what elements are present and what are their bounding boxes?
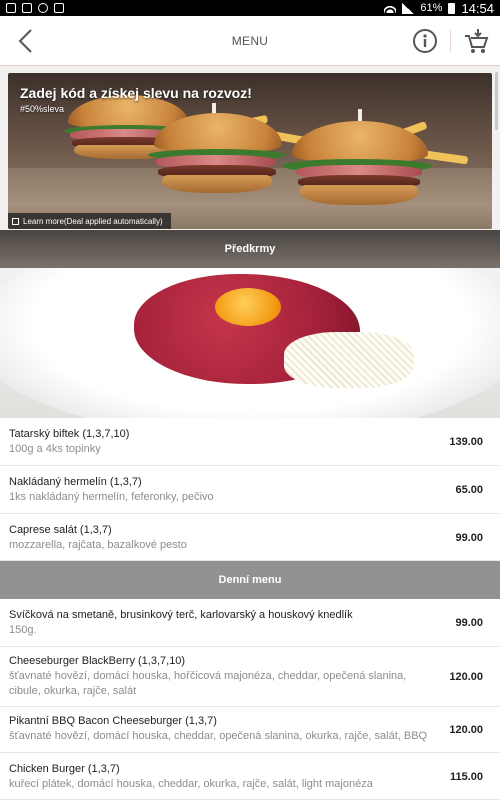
battery-percent: 61%	[420, 2, 443, 14]
menu-content[interactable]: Zadej kód a získej slevu na rozvoz! #50%…	[0, 67, 500, 800]
item-desc: 100g a 4ks topinky	[9, 443, 101, 455]
burger-image	[148, 103, 288, 201]
section-title: Předkrmy	[224, 243, 276, 255]
battery-icon	[448, 2, 456, 14]
item-name: Nakládaný hermelín (1,3,7)	[9, 476, 142, 488]
item-desc: šťavnaté hovězí, domácí houska, cheddar,…	[9, 730, 428, 742]
item-name: Svíčková na smetaně, brusinkový terč, ka…	[9, 609, 353, 621]
burger-image	[282, 109, 436, 211]
item-desc: mozzarella, rajčata, bazalkové pesto	[9, 539, 187, 551]
item-name: Chicken Burger (1,3,7)	[9, 763, 120, 775]
info-icon[interactable]	[412, 28, 438, 54]
scrollbar[interactable]	[495, 72, 498, 130]
promo-banner[interactable]: Zadej kód a získej slevu na rozvoz! #50%…	[8, 73, 492, 229]
status-bar: 61% 14:54	[0, 0, 500, 16]
item-price: 65.00	[455, 484, 483, 496]
header-divider	[450, 30, 451, 52]
section-image-tartare	[0, 268, 500, 418]
external-link-icon	[12, 217, 19, 225]
clock: 14:54	[461, 0, 494, 16]
signal-icon	[402, 2, 415, 14]
page-title: MENU	[231, 33, 269, 48]
learn-more-link[interactable]: Learn more(Deal applied automatically)	[8, 213, 171, 229]
menu-item[interactable]: Tatarský biftek (1,3,7,10) 100g a 4ks to…	[0, 418, 500, 466]
item-name: Pikantní BBQ Bacon Cheeseburger (1,3,7)	[9, 715, 217, 727]
cart-add-icon[interactable]	[462, 27, 490, 55]
item-price: 120.00	[449, 671, 483, 683]
menu-item[interactable]: Pikantní BBQ Bacon Cheeseburger (1,3,7) …	[0, 707, 500, 753]
learn-more-label: Learn more(Deal applied automatically)	[23, 216, 163, 226]
item-desc: kuřecí plátek, domácí houska, cheddar, o…	[9, 778, 373, 790]
section-title: Denní menu	[218, 574, 282, 586]
item-price: 115.00	[449, 771, 483, 783]
menu-item[interactable]: Chicken Burger (1,3,7) kuřecí plátek, do…	[0, 753, 500, 800]
image-icon	[22, 3, 32, 13]
menu-item[interactable]: Svíčková na smetaně, brusinkový terč, ka…	[0, 599, 500, 647]
app-icon	[38, 3, 48, 13]
menu-item[interactable]: Caprese salát (1,3,7) mozzarella, rajčat…	[0, 514, 500, 561]
item-price: 120.00	[449, 724, 483, 736]
section-header-denni-menu: Denní menu	[0, 561, 500, 599]
item-desc: 1ks nakládaný hermelín, feferonky, pečiv…	[9, 491, 214, 503]
item-name: Tatarský biftek (1,3,7,10)	[9, 428, 130, 440]
section-header-predkrmy: Předkrmy	[0, 230, 500, 268]
notification-icon	[6, 3, 16, 13]
chevron-left-icon[interactable]	[14, 28, 38, 54]
app-bar: MENU	[0, 16, 500, 66]
promo-tag: #50%sleva	[20, 104, 65, 114]
item-desc: šťavnaté hovězí, domácí houska, hořčicov…	[9, 670, 407, 697]
menu-item[interactable]: Nakládaný hermelín (1,3,7) 1ks nakládaný…	[0, 466, 500, 514]
menu-item[interactable]: Cheeseburger BlackBerry (1,3,7,10) šťavn…	[0, 647, 500, 707]
item-price: 99.00	[455, 532, 483, 544]
system-icons: 61% 14:54	[384, 1, 494, 16]
play-store-icon	[54, 3, 64, 13]
item-price: 139.00	[449, 436, 483, 448]
item-price: 99.00	[455, 617, 483, 629]
wifi-icon	[384, 3, 397, 13]
item-name: Cheeseburger BlackBerry (1,3,7,10)	[9, 655, 186, 667]
notification-icons	[6, 3, 64, 13]
promo-title: Zadej kód a získej slevu na rozvoz!	[20, 85, 252, 101]
item-desc: 150g.	[9, 624, 37, 636]
item-name: Caprese salát (1,3,7)	[9, 524, 112, 536]
